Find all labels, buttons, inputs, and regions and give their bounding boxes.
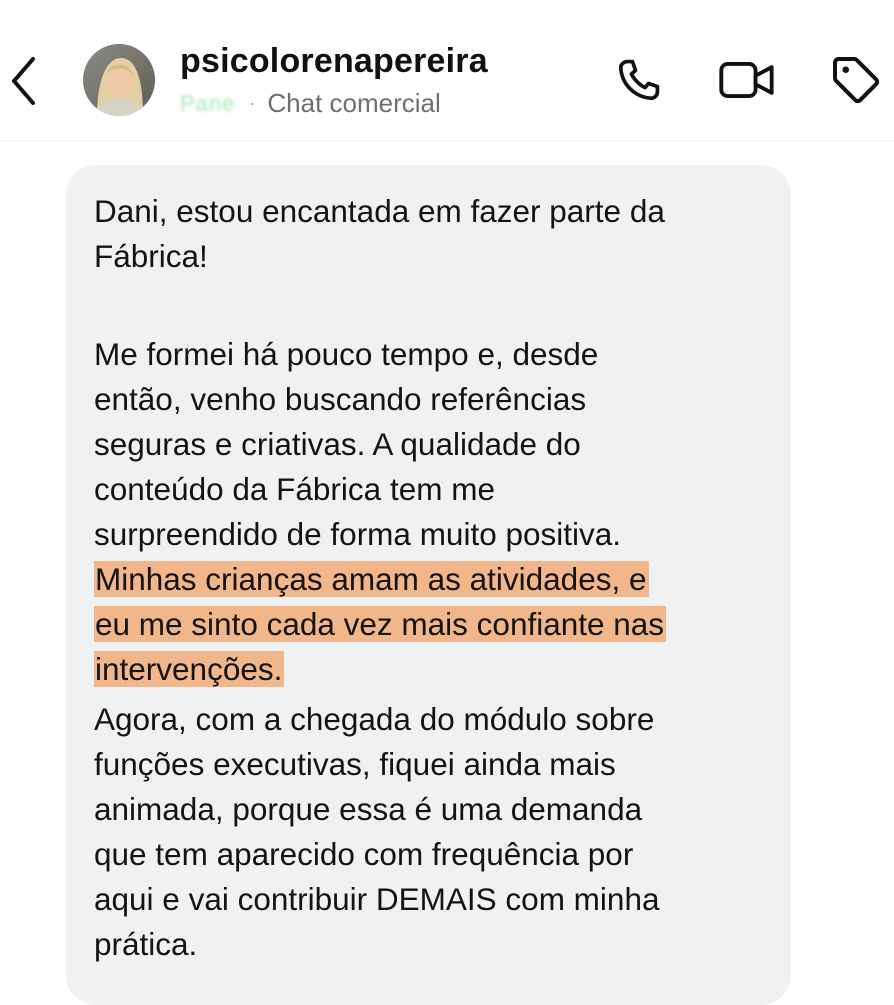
message-line: Agora, com a chegada do módulo sobre: [94, 701, 655, 737]
highlighted-line: Minhas crianças amam as atividades, e: [94, 557, 649, 602]
chevron-left-icon: [12, 57, 35, 105]
message-line: animada, porque essa é uma demanda: [94, 791, 643, 827]
profile-photo: [83, 44, 155, 116]
username[interactable]: psicolorenapereira: [180, 42, 488, 81]
label-button[interactable]: [826, 50, 886, 110]
header-subline: Pane · Chat comercial: [180, 88, 441, 119]
message-line: que tem aparecido com frequência por: [94, 836, 634, 872]
tag-icon: [833, 57, 880, 104]
active-status: Pane: [180, 90, 236, 116]
message-line: seguras e criativas. A qualidade do: [94, 426, 581, 462]
message-line: então, venho buscando referências: [94, 381, 587, 417]
message-line: Me formei há pouco tempo e, desde: [94, 336, 599, 372]
message-line: Fábrica!: [94, 238, 208, 274]
highlight-text: intervenções.: [94, 651, 285, 687]
message-line: aqui e vai contribuir DEMAIS com minha: [94, 881, 660, 917]
separator-dot: ·: [249, 93, 256, 113]
highlight-text: eu me sinto cada vez mais confiante nas: [94, 606, 667, 642]
message-line: funções executivas, fiquei ainda mais: [94, 746, 616, 782]
chat-header: psicolorenapereira Pane · Chat comercial: [0, 0, 894, 141]
video-call-button[interactable]: [717, 50, 777, 110]
call-button[interactable]: [609, 50, 669, 110]
highlighted-line: intervenções.: [94, 647, 285, 692]
chat-type-label: Chat comercial: [267, 88, 441, 118]
avatar[interactable]: [83, 44, 155, 116]
phone-icon: [618, 59, 660, 101]
back-button[interactable]: [2, 46, 46, 116]
message-line: Dani, estou encantada em fazer parte da: [94, 193, 665, 229]
message-line: prática.: [94, 926, 198, 962]
highlighted-line: eu me sinto cada vez mais confiante nas: [94, 602, 667, 647]
highlight-text: Minhas crianças amam as atividades, e: [94, 561, 649, 597]
message-line: conteúdo da Fábrica tem me: [94, 471, 495, 507]
message-line: surpreendido de forma muito positiva.: [94, 516, 622, 552]
video-camera-icon: [719, 62, 774, 98]
